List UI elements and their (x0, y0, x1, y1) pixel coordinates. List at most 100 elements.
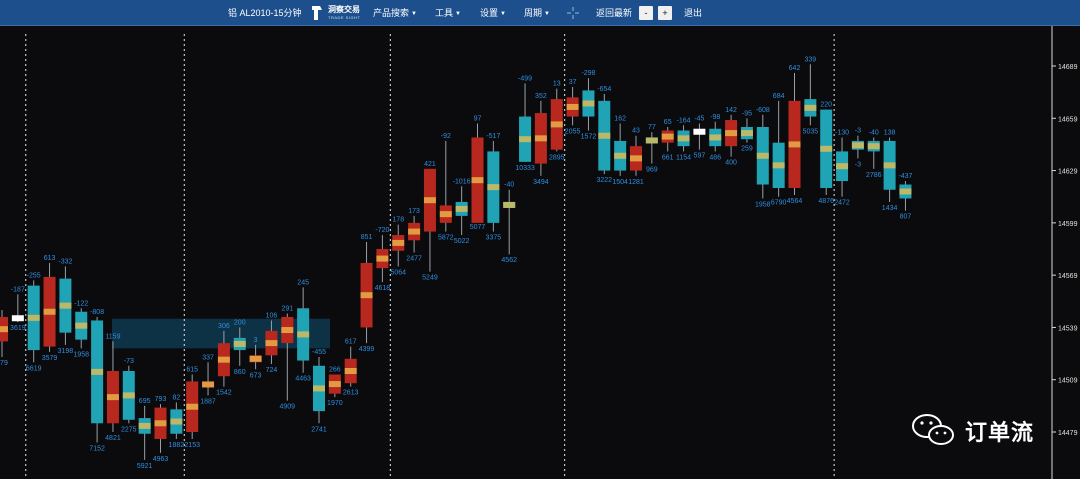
candle-delta-label: -455 (312, 349, 326, 356)
poc-marker (471, 177, 484, 184)
candle-delta-label: 352 (535, 93, 547, 100)
poc-marker (170, 418, 183, 425)
poc-marker (154, 420, 167, 427)
candle-volume-label: 4909 (280, 404, 296, 411)
poc-marker (772, 162, 785, 169)
poc-marker (725, 130, 738, 137)
candle-delta-label: 178 (392, 217, 404, 224)
price-axis-label: 14479 (1058, 430, 1078, 437)
candle-delta-label: 337 (202, 354, 214, 361)
candle-delta-label: 200 (234, 319, 246, 326)
candle-volume-label: 1542 (216, 390, 232, 397)
chevron-down-icon: ▼ (500, 10, 506, 17)
candle-delta-label: -73 (124, 358, 134, 365)
candle-volume-label: 3494 (533, 179, 549, 186)
poc-marker (360, 292, 373, 299)
menu-period[interactable]: 周期 ▼ (524, 0, 550, 26)
candle-delta-label: 13 (553, 81, 561, 88)
poc-marker (645, 137, 658, 144)
candle-delta-label: 851 (361, 234, 373, 241)
instrument-title: 铝 AL2010-15分钟 (228, 8, 302, 18)
menu-settings[interactable]: 设置 ▼ (480, 0, 506, 26)
candle-delta-label: 82 (172, 394, 180, 401)
candle-delta-label: -332 (58, 258, 72, 265)
poc-marker (519, 136, 532, 143)
poc-marker (883, 162, 896, 169)
candle-volume-label: 5921 (137, 463, 153, 470)
candle-volume-label: 3222 (597, 177, 613, 184)
candle-delta-label: -130 (835, 129, 849, 136)
candle-delta-label: 339 (805, 56, 817, 63)
candle-delta-label: 642 (789, 65, 801, 72)
candle-delta-label: 220 (820, 102, 832, 109)
candle-volume-label: 3375 (486, 235, 502, 242)
candle-delta-label: 106 (266, 312, 278, 319)
candle-delta-label: -499 (518, 75, 532, 82)
candle-volume-label: 3579 (42, 355, 58, 362)
candle-volume-label: 1958 (73, 351, 89, 358)
watermark-text: 订单流 (965, 420, 1035, 445)
poc-marker (75, 322, 88, 329)
candle-volume-label: 4876 (818, 198, 834, 205)
menu-label: 周期 (524, 8, 543, 18)
candle-volume-label: 807 (900, 214, 912, 221)
poc-marker (455, 205, 468, 212)
candle-volume-label: 1970 (327, 400, 343, 407)
poc-marker (740, 130, 753, 137)
candle-delta-label: 421 (424, 161, 436, 168)
poc-marker (899, 188, 912, 195)
zoom-out-button[interactable]: - (639, 6, 653, 20)
candle-volume-label: 1882 (169, 442, 185, 449)
poc-marker (630, 155, 642, 162)
price-axis-label: 14509 (1058, 378, 1078, 385)
candle-delta-label: 43 (632, 128, 640, 135)
chevron-down-icon: ▼ (411, 10, 417, 17)
poc-marker (487, 184, 500, 191)
candle-delta-label: 1159 (105, 333, 120, 340)
candle-delta-label: 3 (254, 337, 258, 344)
exit-button[interactable]: 退出 (684, 0, 702, 26)
candle-delta-label: -298 (581, 70, 595, 77)
zoom-in-button[interactable]: + (658, 6, 672, 20)
candle-volume-label: 259 (741, 146, 753, 153)
poc-marker (661, 133, 674, 140)
poc-marker (392, 239, 405, 246)
candle-volume-label: 4618 (375, 285, 391, 292)
candle-volume-label: 860 (234, 369, 246, 376)
candle-volume-label: 4564 (787, 198, 803, 205)
menu-tools[interactable]: 工具 ▼ (435, 0, 461, 26)
poc-marker (265, 340, 278, 347)
candle-delta-label: 684 (773, 93, 785, 100)
chevron-down-icon: ▼ (455, 10, 461, 17)
top-toolbar: 铝 AL2010-15分钟 洞察交易 TRADE SIGHT 产品搜索 ▼ 工具 ▼… (0, 0, 1080, 26)
candle-delta-label: 77 (648, 124, 656, 131)
crosshair-icon[interactable] (566, 6, 580, 20)
candle-volume-label: 1281 (628, 179, 644, 186)
candle-volume-label: 4399 (359, 346, 375, 353)
poc-marker (217, 356, 230, 363)
candle-volume-label: 2055 (565, 128, 581, 135)
candle-body (693, 128, 706, 135)
wechat-icon (912, 414, 954, 445)
candle-delta-label: 793 (155, 396, 167, 403)
candle-delta-label: -95 (742, 110, 752, 117)
menu-product-search[interactable]: 产品搜索 ▼ (373, 0, 417, 26)
candle-delta-label: -187 (11, 286, 25, 293)
candle-delta-label: -720 (375, 227, 389, 234)
candle-volume-label: 10333 (515, 165, 535, 172)
candle-delta-label: 162 (614, 116, 626, 123)
back-to-latest-button[interactable]: 返回最新 (596, 0, 632, 26)
poc-marker (677, 135, 690, 142)
candle-volume-label: 486 (709, 154, 721, 161)
candle-delta-label: -164 (677, 117, 691, 124)
price-axis-label: 14599 (1058, 221, 1078, 228)
candle-volume-label: 2786 (866, 172, 882, 179)
poc-marker (503, 201, 516, 208)
poc-marker (598, 132, 611, 139)
poc-marker (59, 302, 72, 309)
candle-delta-label: 617 (345, 339, 357, 346)
poc-marker (788, 141, 801, 148)
brand-logo-subtitle: TRADE SIGHT (328, 15, 361, 20)
poc-marker (756, 152, 769, 159)
poc-marker (566, 103, 579, 110)
